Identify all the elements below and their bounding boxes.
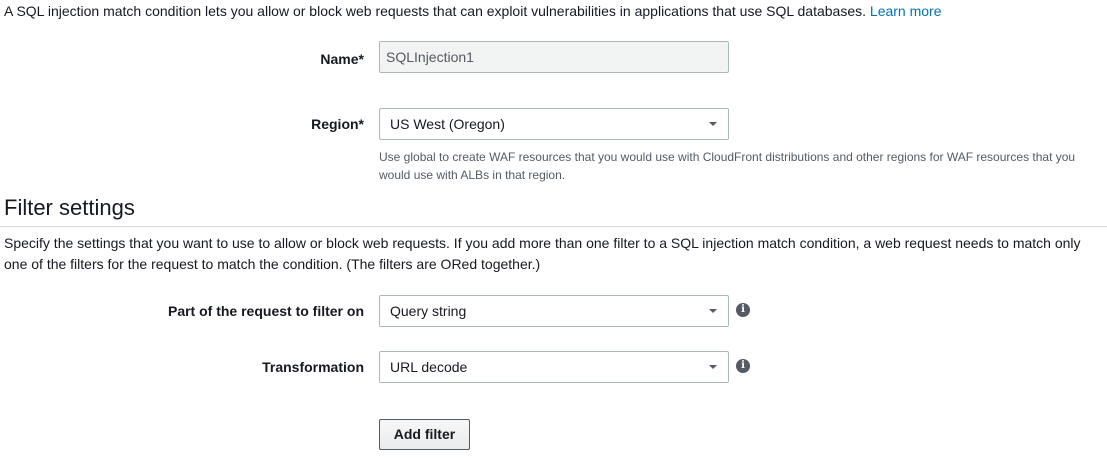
chevron-down-icon [709, 365, 717, 369]
transformation-label: Transformation [262, 359, 364, 375]
sql-injection-condition-form: A SQL injection match condition lets you… [0, 0, 1107, 467]
region-label: Region* [311, 116, 364, 132]
part-of-request-value: Query string [390, 303, 467, 319]
info-icon[interactable]: i [736, 359, 750, 373]
region-select-value: US West (Oregon) [390, 116, 505, 132]
name-label: Name* [320, 51, 364, 67]
part-of-request-select[interactable]: Query string [379, 295, 729, 327]
filter-settings-title: Filter settings [4, 195, 135, 220]
region-select[interactable]: US West (Oregon) [379, 108, 729, 140]
add-filter-button[interactable]: Add filter [379, 419, 470, 450]
section-divider [0, 226, 1107, 227]
name-input[interactable] [379, 41, 729, 73]
intro-text: A SQL injection match condition lets you… [4, 3, 942, 20]
region-help-text: Use global to create WAF resources that … [379, 150, 1076, 182]
chevron-down-icon [709, 309, 717, 313]
learn-more-link[interactable]: Learn more [870, 3, 942, 19]
intro-description: A SQL injection match condition lets you… [4, 3, 867, 19]
filter-settings-description: Specify the settings that you want to us… [4, 235, 1081, 272]
part-of-request-label: Part of the request to filter on [167, 303, 364, 319]
chevron-down-icon [709, 122, 717, 126]
info-icon[interactable]: i [736, 303, 750, 317]
transformation-select[interactable]: URL decode [379, 351, 729, 383]
transformation-value: URL decode [390, 359, 468, 375]
